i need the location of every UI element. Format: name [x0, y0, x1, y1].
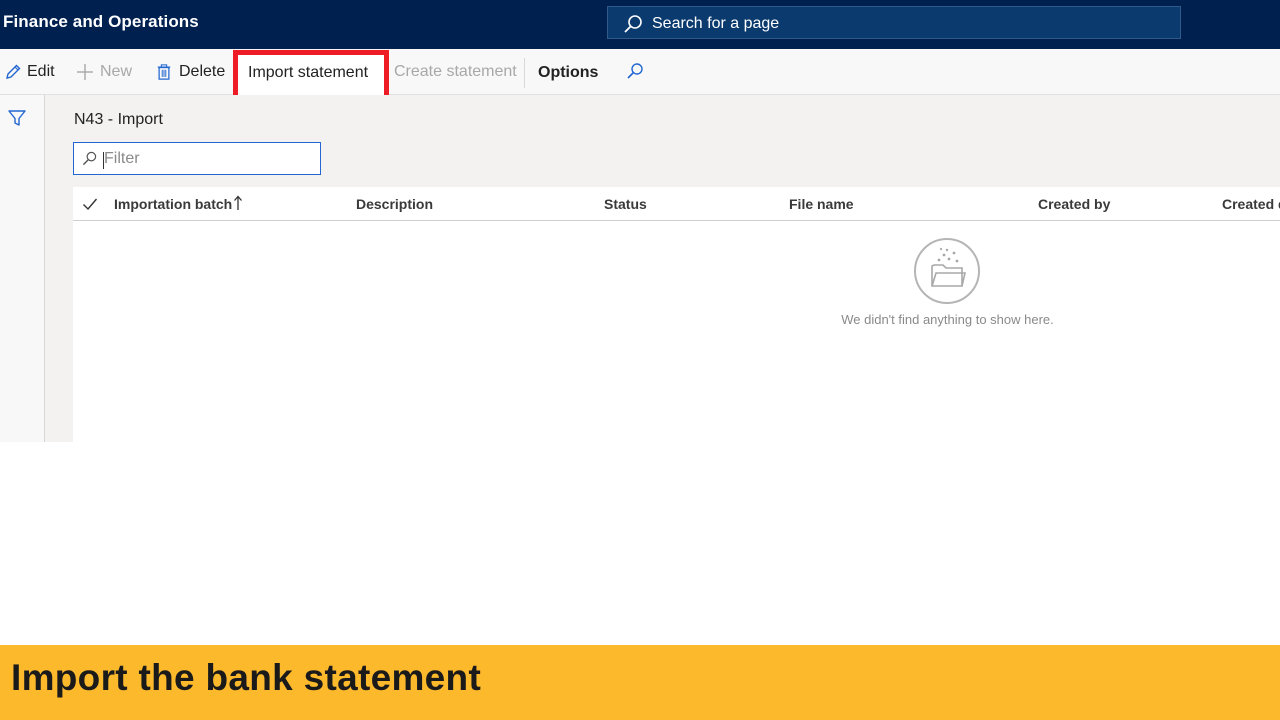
new-label: New	[100, 63, 133, 80]
column-header-importation-batch[interactable]: Importation batch	[114, 196, 232, 212]
column-header-created-date[interactable]: Created d	[1222, 196, 1280, 212]
new-button[interactable]: New	[76, 49, 132, 95]
top-navigation-bar: Finance and Operations Search for a page	[0, 0, 1280, 49]
search-placeholder: Search for a page	[652, 15, 780, 32]
search-icon	[82, 151, 97, 166]
delete-label: Delete	[179, 63, 226, 80]
import-grid: Importation batch Description Status Fil…	[73, 187, 1280, 442]
options-tab[interactable]: Options	[538, 50, 598, 96]
column-header-description[interactable]: Description	[356, 196, 433, 212]
delete-button[interactable]: Delete	[156, 49, 225, 95]
search-icon	[624, 15, 642, 33]
trash-icon	[157, 64, 171, 80]
action-search-button[interactable]	[626, 48, 650, 94]
sort-ascending-icon	[234, 195, 242, 210]
import-statement-label: Import statement	[248, 64, 369, 81]
column-header-created-by[interactable]: Created by	[1038, 196, 1110, 212]
filter-input[interactable]	[104, 148, 314, 170]
import-statement-button[interactable]: Import statement	[248, 50, 368, 96]
caption-text: Import the bank statement	[11, 657, 482, 698]
edit-button[interactable]: Edit	[4, 49, 55, 95]
empty-state-message: We didn't find anything to show here.	[841, 312, 1054, 327]
action-separator	[524, 58, 525, 88]
pencil-icon	[6, 64, 21, 79]
grid-header: Importation batch Description Status Fil…	[73, 187, 1280, 221]
plus-icon	[77, 64, 93, 80]
options-label: Options	[538, 64, 599, 81]
app-title[interactable]: Finance and Operations	[3, 12, 199, 32]
search-page-box[interactable]: Search for a page	[607, 6, 1181, 39]
filter-field[interactable]	[73, 142, 321, 175]
select-all-checkmark-icon[interactable]	[82, 196, 98, 212]
empty-folder-icon	[914, 238, 980, 304]
column-header-file-name[interactable]: File name	[789, 196, 854, 212]
column-header-status[interactable]: Status	[604, 196, 647, 212]
page-title: N43 - Import	[74, 111, 163, 128]
create-statement-label: Create statement	[394, 63, 517, 80]
filter-icon[interactable]	[7, 108, 27, 128]
filter-pane-strip	[0, 95, 45, 442]
search-icon	[627, 63, 643, 79]
create-statement-button[interactable]: Create statement	[394, 49, 517, 95]
edit-label: Edit	[27, 63, 55, 80]
caption-band: Import the bank statement	[0, 645, 1280, 720]
